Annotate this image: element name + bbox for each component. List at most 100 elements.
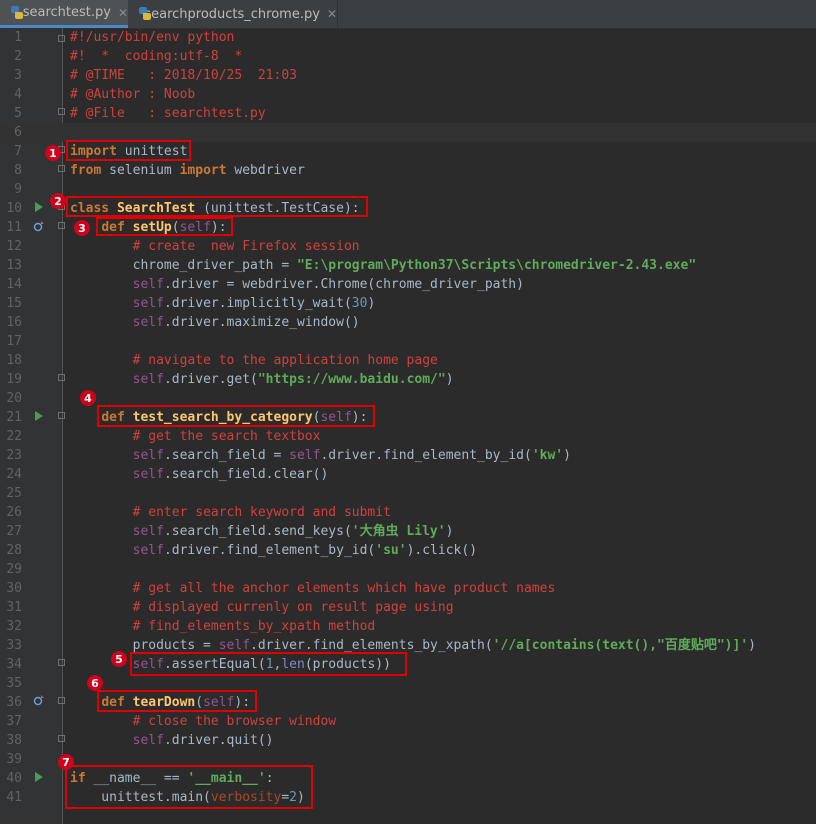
code-line[interactable]: 5 # @File : searchtest.py [0, 104, 816, 123]
annotation-box-3 [96, 217, 233, 236]
code-token: # navigate to the application home page [132, 353, 438, 368]
close-tab-icon[interactable]: ✕ [327, 7, 337, 21]
tab-label: searchtest.py [22, 5, 111, 20]
code-token: chrome_driver_path = [70, 258, 297, 273]
code-line[interactable]: 19 self.driver.get("https://www.baidu.co… [0, 370, 816, 389]
code-line[interactable]: 1 #!/usr/bin/env python [0, 28, 816, 47]
code-line[interactable]: 37 # close the browser window [0, 712, 816, 731]
code-text: self.driver = webdriver.Chrome(chrome_dr… [70, 275, 524, 294]
code-line[interactable]: 8 from selenium import webdriver [0, 161, 816, 180]
line-number: 33 [6, 638, 22, 653]
code-text: # find_elements_by_xpath method [70, 617, 376, 636]
fold-marker-icon[interactable] [58, 374, 65, 381]
code-token: self [132, 733, 164, 748]
code-token: 30 [351, 296, 368, 311]
annotation-box-7 [65, 765, 313, 809]
code-line[interactable]: 28 self.driver.find_element_by_id('su').… [0, 541, 816, 560]
annotation-badge-7: 7 [58, 754, 74, 770]
code-line[interactable]: 24 self.search_field.clear() [0, 465, 816, 484]
code-line[interactable]: 16 self.driver.maximize_window() [0, 313, 816, 332]
code-line[interactable]: 17 [0, 332, 816, 351]
code-token: "https://www.baidu.com/" [257, 372, 446, 387]
fold-marker-icon[interactable] [58, 735, 65, 742]
code-line[interactable]: 29 [0, 560, 816, 579]
code-line[interactable]: 25 [0, 484, 816, 503]
fold-marker-icon[interactable] [58, 222, 65, 229]
line-number: 2 [14, 49, 22, 64]
line-number: 22 [6, 429, 22, 444]
code-token: .driver.find_element_by_id( [163, 543, 376, 558]
code-token: ) [563, 448, 571, 463]
code-token: .driver.quit() [163, 733, 274, 748]
code-line[interactable]: 32 # find_elements_by_xpath method [0, 617, 816, 636]
code-line[interactable]: 15 self.driver.implicitly_wait(30) [0, 294, 816, 313]
tab-searchproducts-chrome[interactable]: searchproducts_chrome.py ✕ [128, 0, 338, 28]
code-text: #!/usr/bin/env python [70, 28, 234, 47]
code-token: webdriver [226, 163, 305, 178]
code-text: # close the browser window [70, 712, 337, 731]
fold-marker-icon[interactable] [58, 165, 65, 172]
code-token: .search_field.clear() [163, 467, 329, 482]
code-line[interactable]: 38 self.driver.quit() [0, 731, 816, 750]
code-line[interactable]: 18 # navigate to the application home pa… [0, 351, 816, 370]
fold-marker-icon[interactable] [58, 108, 65, 115]
fold-marker-icon[interactable] [58, 697, 65, 704]
code-token: .driver.implicitly_wait( [163, 296, 352, 311]
override-method-icon[interactable] [33, 695, 44, 706]
code-token: # @File : searchtest.py [70, 106, 266, 121]
line-number: 24 [6, 467, 22, 482]
code-token: # get all the anchor elements which have… [132, 581, 556, 596]
line-number: 8 [14, 163, 22, 178]
code-line[interactable]: 13 chrome_driver_path = "E:\program\Pyth… [0, 256, 816, 275]
code-line[interactable]: 22 # get the search textbox [0, 427, 816, 446]
annotation-badge-2: 2 [50, 193, 66, 209]
code-token: ) [367, 296, 376, 311]
close-tab-icon[interactable]: ✕ [118, 6, 128, 20]
run-test-icon[interactable] [35, 411, 43, 421]
code-token: '大角虫 Lily' [351, 524, 446, 539]
code-text: # displayed currenly on result page usin… [70, 598, 454, 617]
python-file-icon [138, 7, 154, 21]
code-text: self.driver.find_element_by_id('su').cli… [70, 541, 477, 560]
code-token: .driver.get( [163, 372, 258, 387]
code-token: ) [445, 524, 454, 539]
code-line[interactable]: 12 # create new Firefox session [0, 237, 816, 256]
run-test-icon[interactable] [35, 202, 43, 212]
line-number: 16 [6, 315, 22, 330]
line-number: 35 [6, 676, 22, 691]
code-line[interactable]: 30 # get all the anchor elements which h… [0, 579, 816, 598]
code-token: # enter search keyword and submit [132, 505, 391, 520]
code-line[interactable]: 2 #! * coding:utf-8 * [0, 47, 816, 66]
code-token: import [179, 163, 227, 178]
code-line[interactable]: 27 self.search_field.send_keys('大角虫 Lily… [0, 522, 816, 541]
line-number: 5 [14, 106, 22, 121]
code-token: .driver.maximize_window() [163, 315, 360, 330]
override-method-icon[interactable] [33, 221, 44, 232]
tab-searchtest[interactable]: searchtest.py ✕ [0, 0, 128, 28]
code-line[interactable]: 4 # @Author : Noob [0, 85, 816, 104]
line-number: 15 [6, 296, 22, 311]
run-test-icon[interactable] [35, 772, 43, 782]
fold-marker-icon[interactable] [58, 659, 65, 666]
code-token: selenium [101, 163, 180, 178]
code-line[interactable]: 3 # @TIME : 2018/10/25 21:03 [0, 66, 816, 85]
code-line[interactable]: 31 # displayed currenly on result page u… [0, 598, 816, 617]
annotation-box-6 [97, 690, 257, 712]
line-number: 37 [6, 714, 22, 729]
code-text: self.driver.maximize_window() [70, 313, 360, 332]
code-token: from [70, 163, 102, 178]
line-number: 1 [14, 30, 22, 45]
code-line[interactable]: 26 # enter search keyword and submit [0, 503, 816, 522]
code-line[interactable]: 23 self.search_field = self.driver.find_… [0, 446, 816, 465]
tab-label: searchproducts_chrome.py [144, 6, 320, 22]
code-line[interactable]: 14 self.driver = webdriver.Chrome(chrome… [0, 275, 816, 294]
fold-marker-icon[interactable] [58, 35, 65, 42]
code-token: self [289, 448, 321, 463]
fold-marker-icon[interactable] [58, 412, 65, 419]
